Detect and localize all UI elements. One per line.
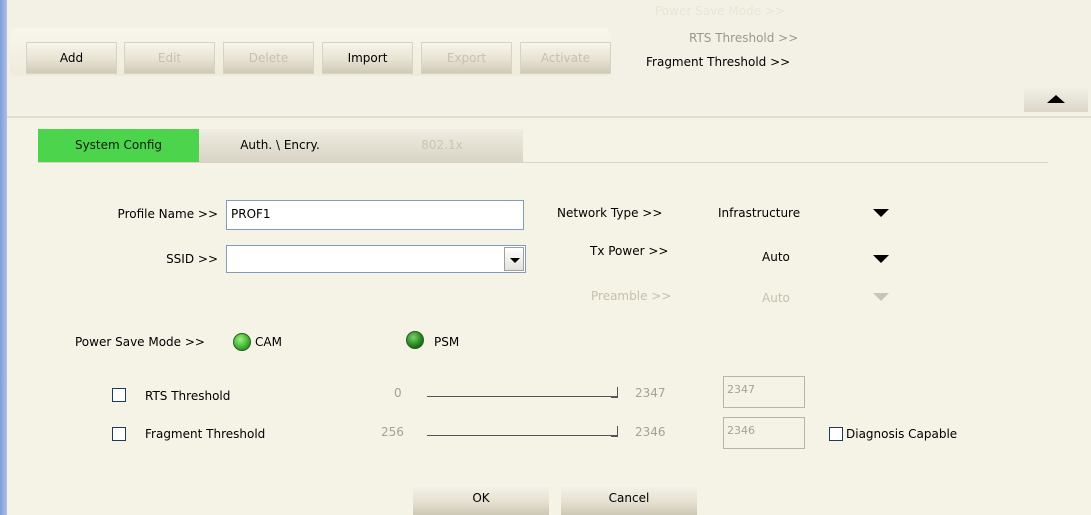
fragment-threshold-checkbox[interactable] bbox=[112, 427, 126, 441]
fragment-threshold-label: Fragment Threshold bbox=[145, 427, 266, 441]
tx-power-label: Tx Power >> bbox=[590, 244, 669, 258]
diagnosis-capable-label: Diagnosis Capable bbox=[846, 427, 958, 441]
network-type-label: Network Type >> bbox=[557, 206, 663, 220]
export-button[interactable]: Export bbox=[421, 42, 512, 74]
rts-threshold-label: RTS Threshold bbox=[145, 389, 231, 403]
tab-8021x[interactable]: 802.1x bbox=[361, 129, 523, 162]
psm-radio[interactable] bbox=[406, 331, 424, 349]
network-type-value[interactable]: Infrastructure bbox=[718, 206, 800, 220]
preamble-label: Preamble >> bbox=[591, 289, 672, 303]
rts-slider-thumb[interactable] bbox=[611, 387, 618, 398]
tx-power-value[interactable]: Auto bbox=[762, 250, 790, 264]
rts-threshold-checkbox[interactable] bbox=[112, 388, 126, 402]
cam-radio[interactable] bbox=[233, 333, 251, 351]
delete-button[interactable]: Delete bbox=[223, 42, 314, 74]
tab-auth-encry[interactable]: Auth. \ Encry. bbox=[199, 129, 361, 162]
fragment-max-label: 2346 bbox=[635, 425, 666, 439]
fragment-slider-track[interactable] bbox=[427, 435, 617, 436]
add-button[interactable]: Add bbox=[26, 42, 117, 74]
fragment-min-label: 256 bbox=[381, 425, 404, 439]
preamble-value: Auto bbox=[762, 291, 790, 305]
chevron-down-icon[interactable] bbox=[504, 247, 524, 271]
diagnosis-capable-checkbox[interactable] bbox=[829, 427, 843, 441]
window-left-border bbox=[0, 0, 7, 515]
rts-value-field[interactable]: 2347 bbox=[723, 376, 805, 408]
tab-underline bbox=[38, 162, 1048, 163]
activate-button[interactable]: Activate bbox=[520, 42, 611, 74]
profile-name-label: Profile Name >> bbox=[117, 207, 218, 221]
panel-divider bbox=[7, 116, 1091, 118]
preamble-dropdown-icon bbox=[873, 293, 889, 301]
network-type-dropdown-icon[interactable] bbox=[873, 209, 889, 217]
power-save-mode-label: Power Save Mode >> bbox=[75, 335, 205, 349]
profile-name-input[interactable]: PROF1 bbox=[226, 200, 524, 230]
edit-button[interactable]: Edit bbox=[124, 42, 215, 74]
fragment-slider-thumb[interactable] bbox=[611, 426, 618, 437]
tx-power-dropdown-icon[interactable] bbox=[873, 255, 889, 263]
cancel-button[interactable]: Cancel bbox=[561, 484, 697, 515]
ssid-label: SSID >> bbox=[166, 252, 218, 266]
tab-system-config[interactable]: System Config bbox=[38, 129, 199, 162]
rts-threshold-link[interactable]: RTS Threshold >> bbox=[689, 31, 798, 45]
triangle-up-icon bbox=[1047, 95, 1065, 103]
ok-button[interactable]: OK bbox=[413, 484, 549, 515]
collapse-button[interactable] bbox=[1024, 88, 1088, 112]
rts-min-label: 0 bbox=[394, 386, 402, 400]
rts-slider-track[interactable] bbox=[427, 396, 617, 397]
fragment-threshold-link[interactable]: Fragment Threshold >> bbox=[646, 55, 790, 69]
psm-label: PSM bbox=[434, 335, 460, 349]
rts-max-label: 2347 bbox=[635, 386, 666, 400]
fragment-value-field[interactable]: 2346 bbox=[723, 417, 805, 449]
power-save-link-ghost: Power Save Mode >> bbox=[655, 4, 785, 18]
cam-label: CAM bbox=[255, 335, 282, 349]
import-button[interactable]: Import bbox=[322, 42, 413, 74]
ssid-combobox[interactable] bbox=[226, 245, 526, 273]
